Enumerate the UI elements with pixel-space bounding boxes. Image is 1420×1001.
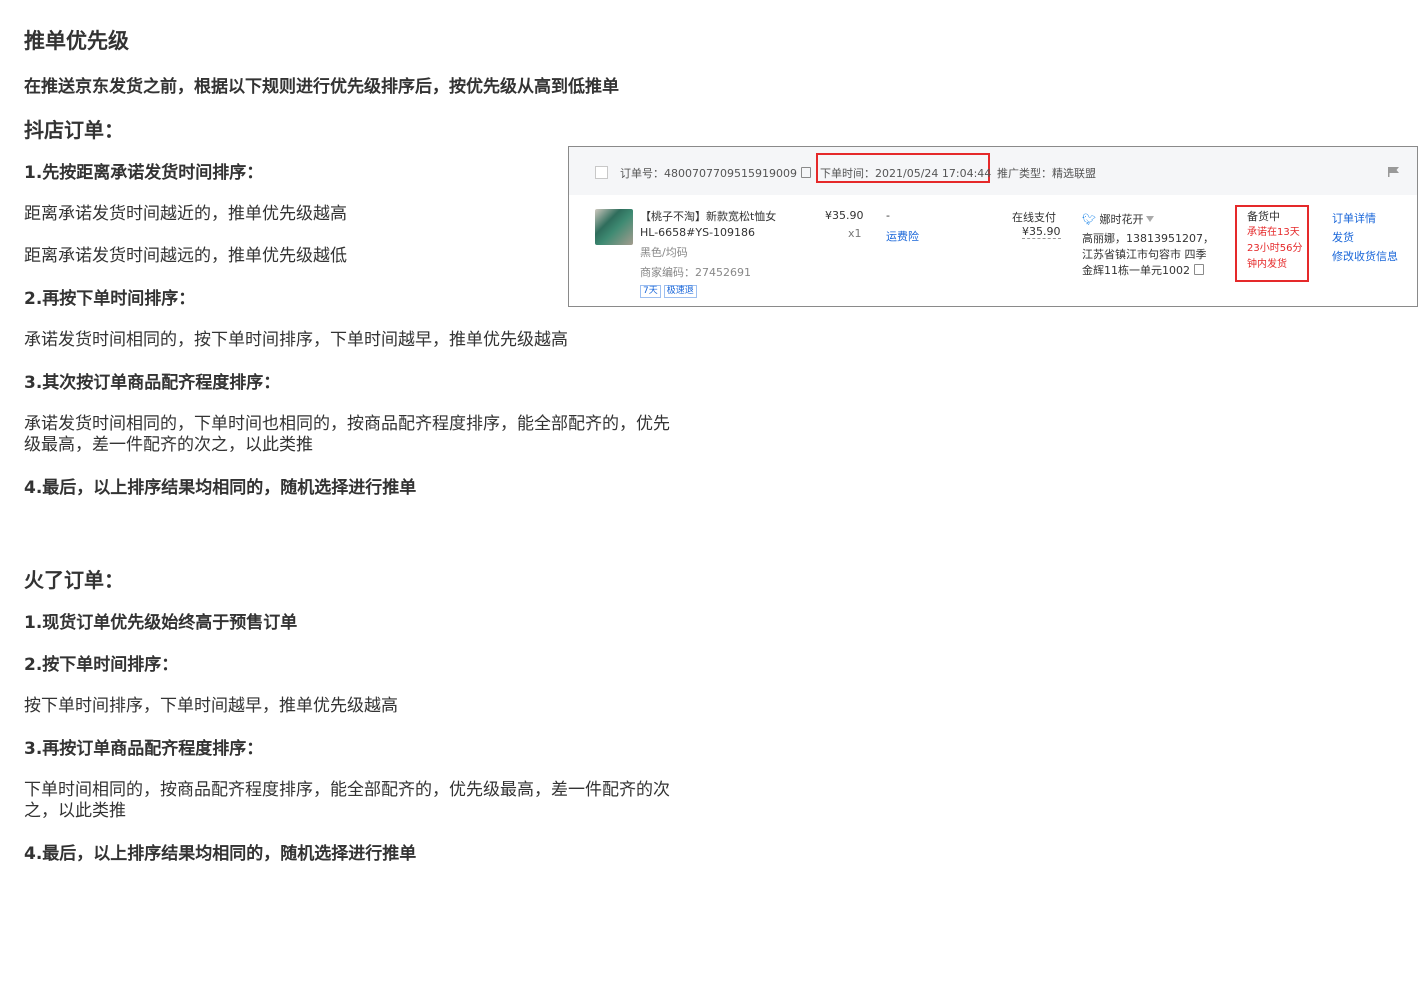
order-status-box: 备货中 承诺在13天 23小时56分 钟内发货	[1235, 205, 1309, 282]
order-header: 订单号：4800707709515919009 下单时间：2021/05/24 …	[569, 147, 1417, 195]
order-checkbox[interactable]	[595, 166, 608, 179]
copy-icon[interactable]	[1194, 264, 1204, 275]
ship-link[interactable]: 发货	[1332, 228, 1398, 247]
order-time: 下单时间：2021/05/24 17:04:44	[816, 153, 991, 183]
huole-rule1-title: 1.现货订单优先级始终高于预售订单	[24, 613, 298, 633]
pay-amount: ¥35.90	[1022, 225, 1061, 239]
merchant-code: 商家编码：27452691	[640, 266, 751, 279]
doudian-rule2-title: 2.再按下单时间排序：	[24, 289, 196, 309]
doudian-rule2-text: 承诺发货时间相同的，按下单时间排序，下单时间越早，推单优先级越高	[24, 330, 568, 350]
product-tags: 7天 极速退	[640, 283, 700, 298]
flag-icon[interactable]	[1388, 167, 1400, 177]
doudian-rule3-text: 承诺发货时间相同的，下单时间也相同的，按商品配齐程度排序，能全部配齐的，优先级最…	[24, 414, 670, 455]
huole-rule2-text: 按下单时间排序，下单时间越早，推单优先级越高	[24, 696, 398, 716]
order-number: 订单号：4800707709515919009	[620, 165, 811, 181]
promo-type: 推广类型：精选联盟	[997, 167, 1096, 180]
intro-text: 在推送京东发货之前，根据以下规则进行优先级排序后，按优先级从高到低推单	[24, 77, 619, 97]
filter-icon[interactable]	[1146, 216, 1155, 222]
status-note-line: 钟内发货	[1247, 259, 1287, 270]
doudian-rule1-line1: 距离承诺发货时间越近的，推单优先级越高	[24, 204, 347, 224]
order-actions: 订单详情 发货 修改收货信息	[1332, 209, 1398, 266]
huole-rule4-title: 4.最后，以上排序结果均相同的，随机选择进行推单	[24, 844, 417, 864]
order-card-screenshot: 订单号：4800707709515919009 下单时间：2021/05/24 …	[568, 146, 1418, 307]
huole-rule3-text: 下单时间相同的，按商品配齐程度排序，能全部配齐的，优先级最高，差一件配齐的次之，…	[24, 780, 670, 821]
doudian-rule1-title: 1.先按距离承诺发货时间排序：	[24, 163, 264, 183]
doudian-heading: 抖店订单：	[24, 118, 124, 142]
product-thumbnail	[595, 209, 633, 245]
order-number-text: 订单号：4800707709515919009	[620, 167, 797, 180]
quantity: x1	[848, 227, 862, 240]
doudian-rule1-line2: 距离承诺发货时间越远的，推单优先级越低	[24, 246, 347, 266]
doudian-rule4-title: 4.最后，以上排序结果均相同的，随机选择进行推单	[24, 478, 417, 498]
pay-method: 在线支付	[1012, 211, 1056, 224]
huole-rule3-title: 3.再按订单商品配齐程度排序：	[24, 739, 264, 759]
shipping-address: 高丽娜，13813951207，江苏省镇江市句容市 四季金辉11栋一单元1002	[1082, 231, 1214, 279]
edit-address-link[interactable]: 修改收货信息	[1332, 247, 1398, 266]
tag-fast-refund: 极速退	[663, 285, 697, 298]
copy-icon[interactable]	[800, 167, 811, 178]
status-note-line: 承诺在13天	[1247, 227, 1300, 238]
bird-icon: 🐦︎	[1082, 213, 1096, 226]
tag-7day: 7天	[640, 285, 661, 298]
page-title: 推单优先级	[24, 29, 129, 53]
unit-price: ¥35.90	[825, 209, 864, 222]
freight-insurance-link[interactable]: 运费险	[886, 228, 919, 244]
buyer-info: 🐦︎ 娜时花开	[1082, 211, 1155, 227]
order-detail-link[interactable]: 订单详情	[1332, 209, 1398, 228]
status-note-line: 23小时56分	[1247, 243, 1303, 254]
discount-placeholder: -	[886, 209, 890, 222]
product-spec: 黑色/均码	[640, 246, 688, 259]
huole-heading: 火了订单：	[24, 568, 124, 592]
huole-rule2-title: 2.按下单时间排序：	[24, 655, 179, 675]
product-name[interactable]: 【桃子不淘】新款宽松t恤女HL-6658#YS-109186	[640, 209, 780, 241]
doudian-rule3-title: 3.其次按订单商品配齐程度排序：	[24, 373, 281, 393]
status-label: 备货中	[1247, 210, 1280, 223]
buyer-name: 娜时花开	[1099, 213, 1144, 226]
